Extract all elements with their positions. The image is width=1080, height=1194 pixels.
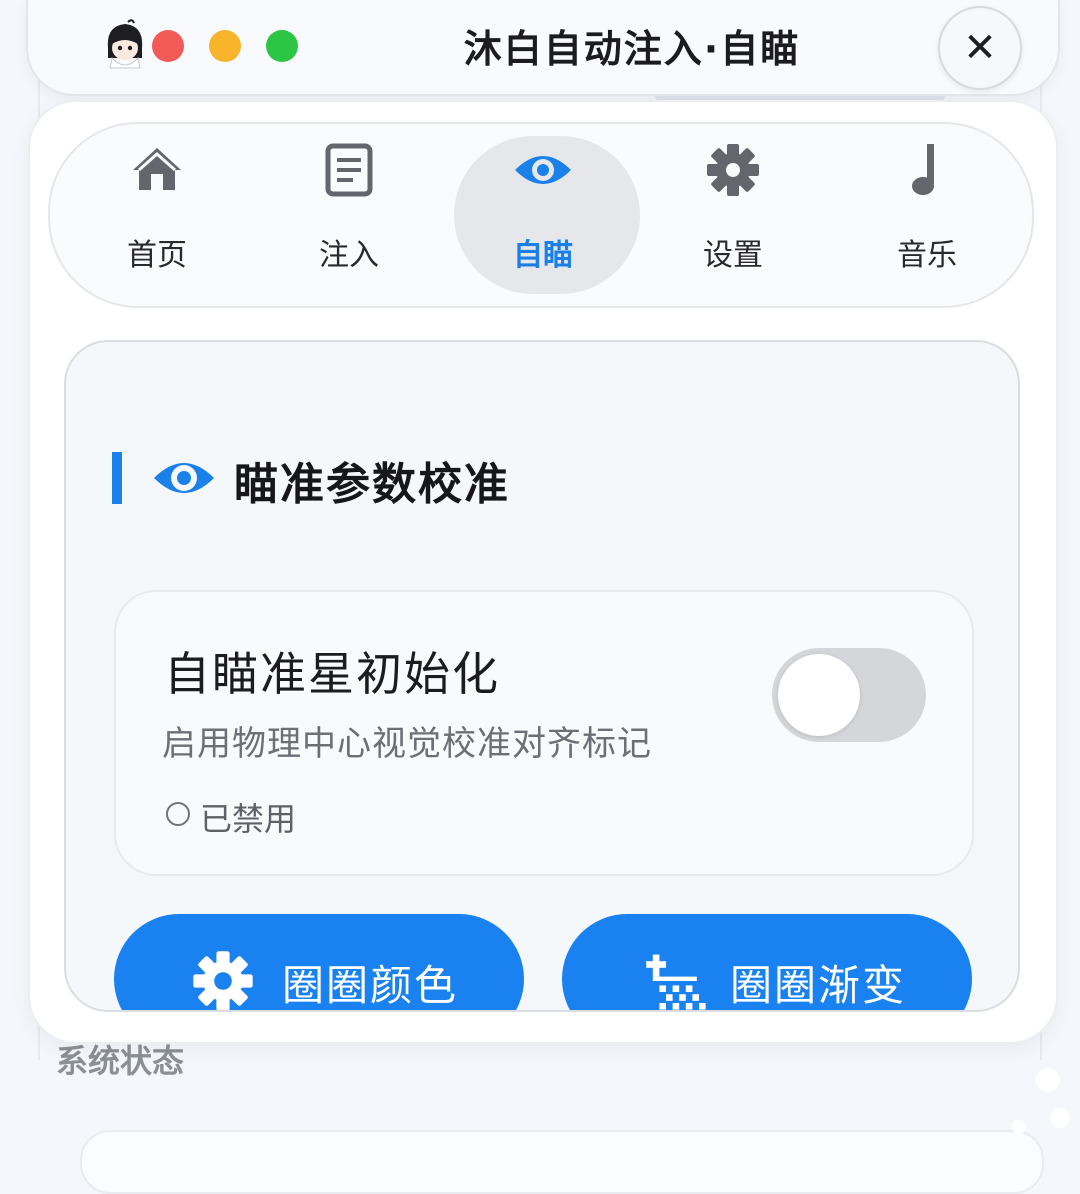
crosshair-init-toggle[interactable]	[772, 648, 926, 742]
setting-title: 自瞄准星初始化	[164, 647, 500, 701]
circle-gradient-label: 圈圈渐变	[730, 961, 907, 1010]
window-minimize-light[interactable]	[209, 30, 241, 62]
background-dot	[1050, 1108, 1070, 1128]
setting-description: 启用物理中心视觉校准对齐标记	[162, 724, 652, 764]
status-badge: 已禁用	[200, 800, 297, 838]
window-title: 沐白自动注入·自瞄	[463, 27, 801, 71]
crosshair-init-setting: 自瞄准星初始化 启用物理中心视觉校准对齐标记 已禁用	[114, 590, 974, 876]
aim-calibration-card: 瞄准参数校准 自瞄准星初始化 启用物理中心视觉校准对齐标记 已禁用 圈圈颜色 圈…	[64, 340, 1020, 1012]
section-title: 瞄准参数校准	[234, 459, 510, 510]
close-icon: ✕	[963, 25, 997, 71]
home-icon	[133, 148, 181, 190]
window-maximize-light[interactable]	[266, 30, 298, 62]
music-note-icon	[912, 144, 934, 195]
circle-gradient-button[interactable]: 圈圈渐变	[562, 914, 972, 1010]
toggle-knob	[778, 654, 860, 736]
eye-icon	[154, 463, 214, 493]
tab-aim[interactable]: 自瞄	[448, 124, 640, 306]
circle-color-label: 圈圈颜色	[282, 961, 459, 1010]
tab-inject-label: 注入	[319, 238, 379, 273]
document-icon	[325, 143, 373, 197]
close-button[interactable]: ✕	[938, 6, 1022, 90]
tab-inject[interactable]: 注入	[254, 124, 444, 306]
section-accent-bar	[112, 452, 122, 504]
gradient-icon	[646, 954, 706, 1010]
gear-icon	[193, 951, 253, 1010]
tab-settings[interactable]: 设置	[638, 124, 828, 306]
tab-music-label: 音乐	[897, 238, 957, 273]
gear-icon	[707, 144, 759, 196]
tab-home-label: 首页	[127, 238, 187, 273]
avatar	[107, 19, 143, 69]
window-title-bar[interactable]: 沐白自动注入·自瞄 ✕	[26, 0, 1060, 96]
window-close-light[interactable]	[152, 30, 184, 62]
background-dot	[1012, 1120, 1026, 1134]
circle-color-button[interactable]: 圈圈颜色	[114, 914, 524, 1010]
tab-aim-label: 自瞄	[513, 238, 573, 273]
tab-bar: 首页 注入 自瞄 设置 音乐	[48, 122, 1034, 308]
background-dot	[1036, 1068, 1060, 1092]
tab-home[interactable]: 首页	[62, 124, 252, 306]
background-card	[80, 1130, 1044, 1194]
tab-settings-label: 设置	[703, 238, 763, 273]
status-indicator-icon	[166, 802, 190, 826]
eye-icon	[515, 156, 571, 184]
tab-music[interactable]: 音乐	[832, 124, 1022, 306]
